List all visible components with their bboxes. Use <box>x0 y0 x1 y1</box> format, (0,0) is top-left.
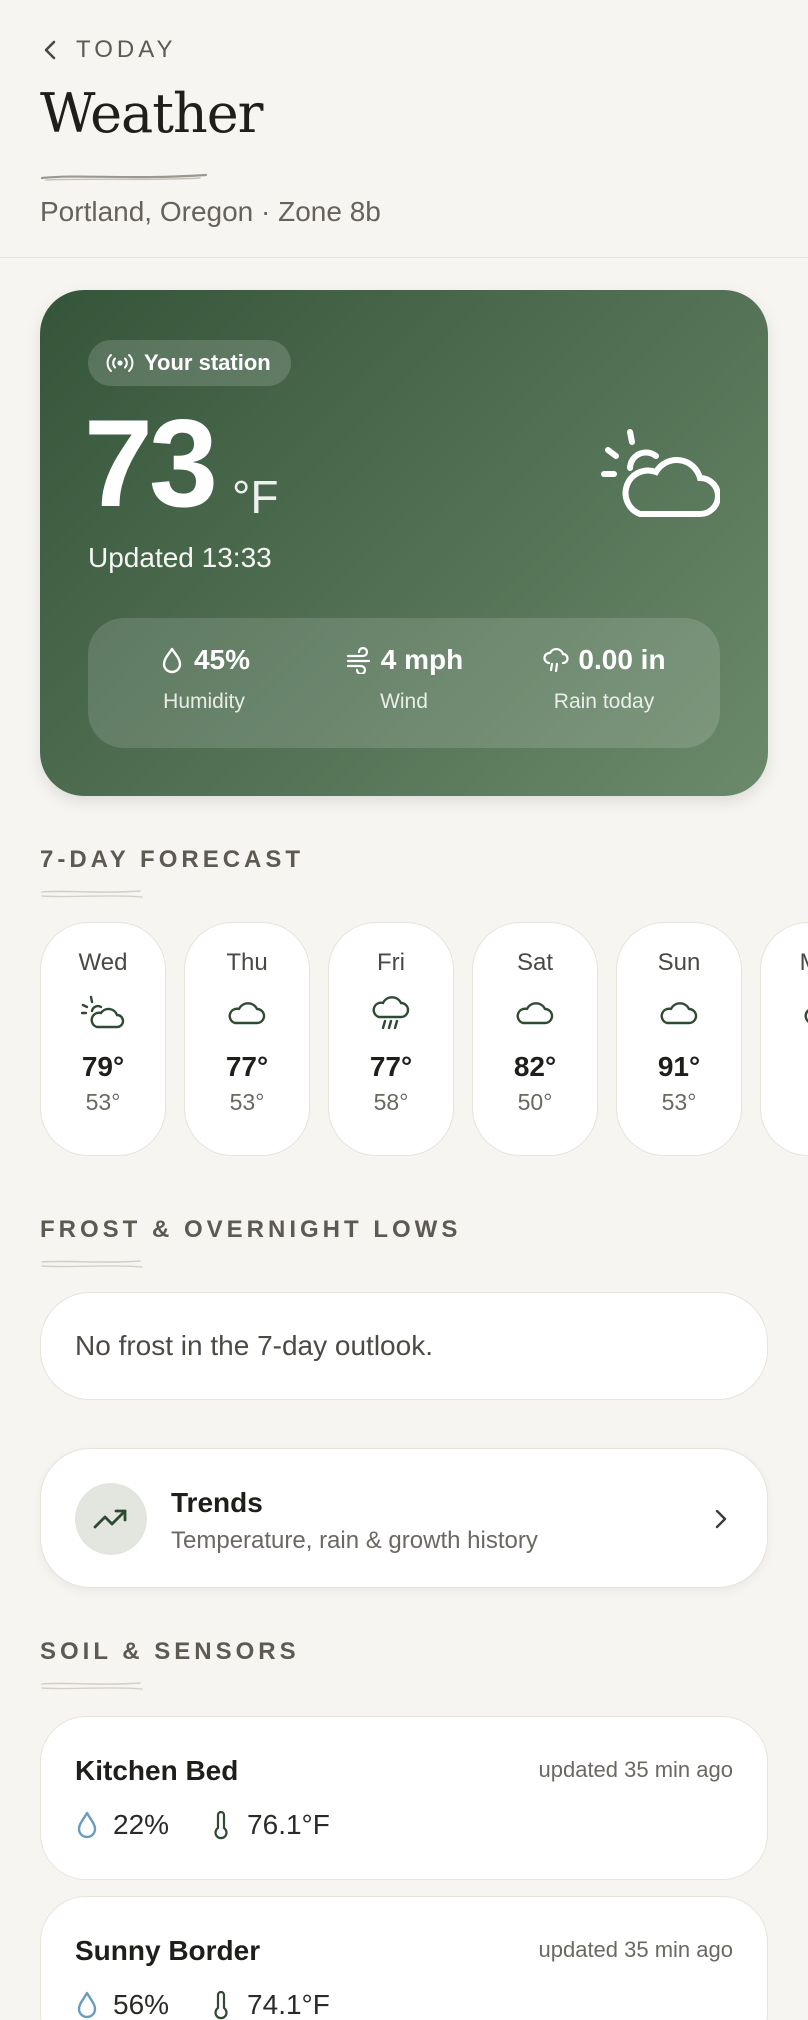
sensor-card[interactable]: Sunny Border updated 35 min ago 56% 74.1… <box>40 1896 768 2020</box>
day-name: Mon <box>761 949 808 977</box>
partly-cloudy-icon <box>81 995 125 1029</box>
day-low: 53° <box>85 1089 121 1115</box>
section-underline-decoration <box>41 890 143 898</box>
page-title: Weather <box>40 82 263 145</box>
soil-moisture: 56% <box>75 1989 169 2020</box>
soil-section-label: SOIL & SENSORS <box>40 1638 300 1665</box>
header: TODAY Weather Portland, Oregon · Zone 8b <box>0 0 808 258</box>
trends-subtitle: Temperature, rain & growth history <box>171 1527 538 1554</box>
frost-status-card: No frost in the 7-day outlook. <box>40 1292 768 1400</box>
droplet-icon <box>77 1811 97 1839</box>
current-temperature: 73 <box>84 395 218 533</box>
cloud-icon <box>228 1002 266 1025</box>
forecast-day-card[interactable]: Mon 9 6 <box>760 922 808 1156</box>
cloud-icon <box>660 1002 698 1025</box>
sensor-updated: updated 35 min ago <box>538 1757 734 1782</box>
sensor-metrics: 56% 74.1°F <box>75 1989 370 2020</box>
thermometer-icon <box>214 1810 228 1840</box>
day-name: Fri <box>377 949 405 976</box>
day-high: 77° <box>369 1051 413 1082</box>
humidity-value: 45% <box>193 644 251 675</box>
soil-temperature-value: 74.1°F <box>247 1989 330 2020</box>
day-name: Wed <box>78 949 128 976</box>
day-high: 82° <box>513 1051 557 1082</box>
thermometer-icon <box>214 1990 228 2020</box>
temperature-unit: °F <box>232 471 279 523</box>
sensor-updated: updated 35 min ago <box>538 1937 734 1962</box>
back-label: TODAY <box>76 36 177 63</box>
rain-value: 0.00 in <box>578 644 666 675</box>
trending-up-icon <box>93 1509 127 1529</box>
day-low: 50° <box>517 1089 553 1115</box>
cloud-icon <box>516 1002 554 1025</box>
forecast-section-label: 7-DAY FORECAST <box>40 846 305 873</box>
wind-value: 4 mph <box>380 644 464 675</box>
sensor-card[interactable]: Kitchen Bed updated 35 min ago 22% 76.1°… <box>40 1716 768 1880</box>
droplet-icon <box>162 647 182 674</box>
soil-moisture-value: 56% <box>113 1989 170 2020</box>
droplet-icon <box>77 1991 97 2019</box>
day-high: 9 <box>761 1051 808 1083</box>
trends-title: Trends <box>171 1487 263 1518</box>
cloud-rain-icon <box>543 647 569 673</box>
forecast-day-card[interactable]: Fri 77° 58° <box>328 922 454 1156</box>
forecast-day-card[interactable]: Wed 79° 53° <box>40 922 166 1156</box>
frost-section-label: FROST & OVERNIGHT LOWS <box>40 1216 462 1243</box>
day-low: 6 <box>761 1089 808 1116</box>
forecast-day-card[interactable]: Sat 82° 50° <box>472 922 598 1156</box>
soil-temperature-value: 76.1°F <box>247 1809 330 1840</box>
humidity-label: Humidity <box>163 690 245 713</box>
section-underline-decoration <box>41 1260 143 1268</box>
rain-label: Rain today <box>553 690 655 713</box>
day-high: 91° <box>657 1051 701 1082</box>
humidity-stat: 45% Humidity <box>104 644 304 714</box>
sensor-name: Kitchen Bed <box>75 1755 239 1786</box>
chevron-right-icon <box>715 1509 727 1529</box>
forecast-day-card[interactable]: Sun 91° 53° <box>616 922 742 1156</box>
section-underline-decoration <box>41 1682 143 1690</box>
day-high: 79° <box>81 1051 125 1082</box>
soil-temperature: 74.1°F <box>209 1989 330 2020</box>
day-name: Thu <box>226 949 268 976</box>
trends-link-card[interactable]: Trends Temperature, rain & growth histor… <box>40 1448 768 1588</box>
wind-icon <box>346 646 370 674</box>
trends-icon-badge <box>75 1483 147 1555</box>
day-name: Sun <box>657 949 701 976</box>
cloud-rain-icon <box>372 996 410 1030</box>
partly-cloudy-icon <box>601 429 720 517</box>
updated-time: Updated 13:33 <box>88 542 272 573</box>
soil-temperature: 76.1°F <box>209 1809 330 1841</box>
cloud-icon <box>804 1009 808 1023</box>
station-label: Your station <box>144 350 271 375</box>
chevron-left-icon <box>44 40 56 60</box>
title-underline-decoration <box>40 173 208 181</box>
soil-moisture-value: 22% <box>113 1809 170 1840</box>
soil-moisture: 22% <box>75 1809 169 1841</box>
forecast-day-card[interactable]: Thu 77° 53° <box>184 922 310 1156</box>
broadcast-icon <box>106 354 134 372</box>
forecast-scroller[interactable]: Wed 79° 53° Thu 77° 53° Fri 77° 58° Sat … <box>40 922 808 1158</box>
frost-message: No frost in the 7-day outlook. <box>75 1330 433 1361</box>
sensor-name: Sunny Border <box>75 1935 261 1966</box>
current-conditions-card: Your station 73 °F Updated 13:33 45% Hum… <box>40 290 768 796</box>
wind-stat: 4 mph Wind <box>304 644 504 714</box>
day-low: 53° <box>229 1089 265 1115</box>
back-button[interactable]: TODAY <box>40 36 176 64</box>
current-stats-panel: 45% Humidity 4 mph Wind 0.00 in Rain tod… <box>88 618 720 748</box>
day-high: 77° <box>225 1051 269 1082</box>
wind-label: Wind <box>380 690 428 713</box>
location-subtitle: Portland, Oregon · Zone 8b <box>40 196 381 227</box>
sensor-metrics: 22% 76.1°F <box>75 1809 370 1841</box>
day-name: Sat <box>516 949 554 976</box>
station-badge: Your station <box>88 340 291 386</box>
rain-stat: 0.00 in Rain today <box>504 644 704 714</box>
day-low: 53° <box>661 1089 697 1115</box>
day-low: 58° <box>373 1089 409 1115</box>
